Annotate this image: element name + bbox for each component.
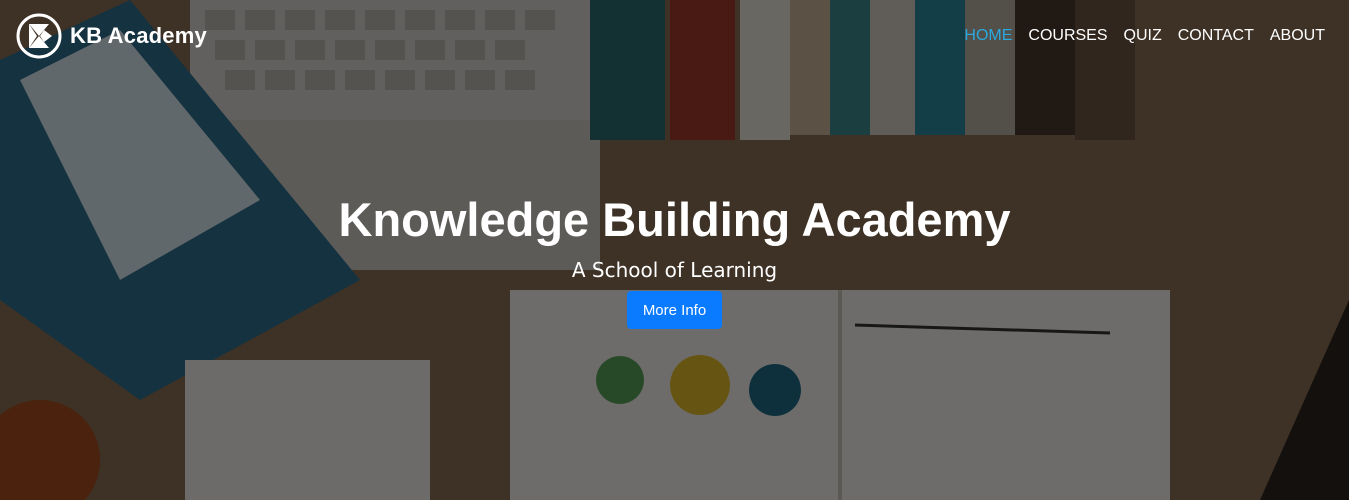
brand-name: KB Academy (70, 23, 207, 48)
hero-subtitle: A School of Learning (571, 258, 778, 282)
navbar: KB Academy HOME COURSES QUIZ CONTACT ABO… (0, 0, 1349, 75)
nav-link-home[interactable]: HOME (964, 27, 1012, 45)
nav-link-quiz[interactable]: QUIZ (1124, 27, 1162, 45)
brand-link[interactable]: KB Academy (16, 13, 207, 59)
more-info-button[interactable]: More Info (627, 291, 722, 329)
nav-link-courses[interactable]: COURSES (1028, 27, 1107, 45)
nav-link-about[interactable]: ABOUT (1270, 27, 1325, 45)
hero-section (0, 0, 1349, 500)
nav-menu: HOME COURSES QUIZ CONTACT ABOUT (948, 27, 1325, 45)
dark-overlay (0, 0, 1349, 500)
hero-title: Knowledge Building Academy (338, 193, 1011, 246)
nav-link-contact[interactable]: CONTACT (1178, 27, 1254, 45)
kb-academy-logo-icon (16, 13, 62, 59)
